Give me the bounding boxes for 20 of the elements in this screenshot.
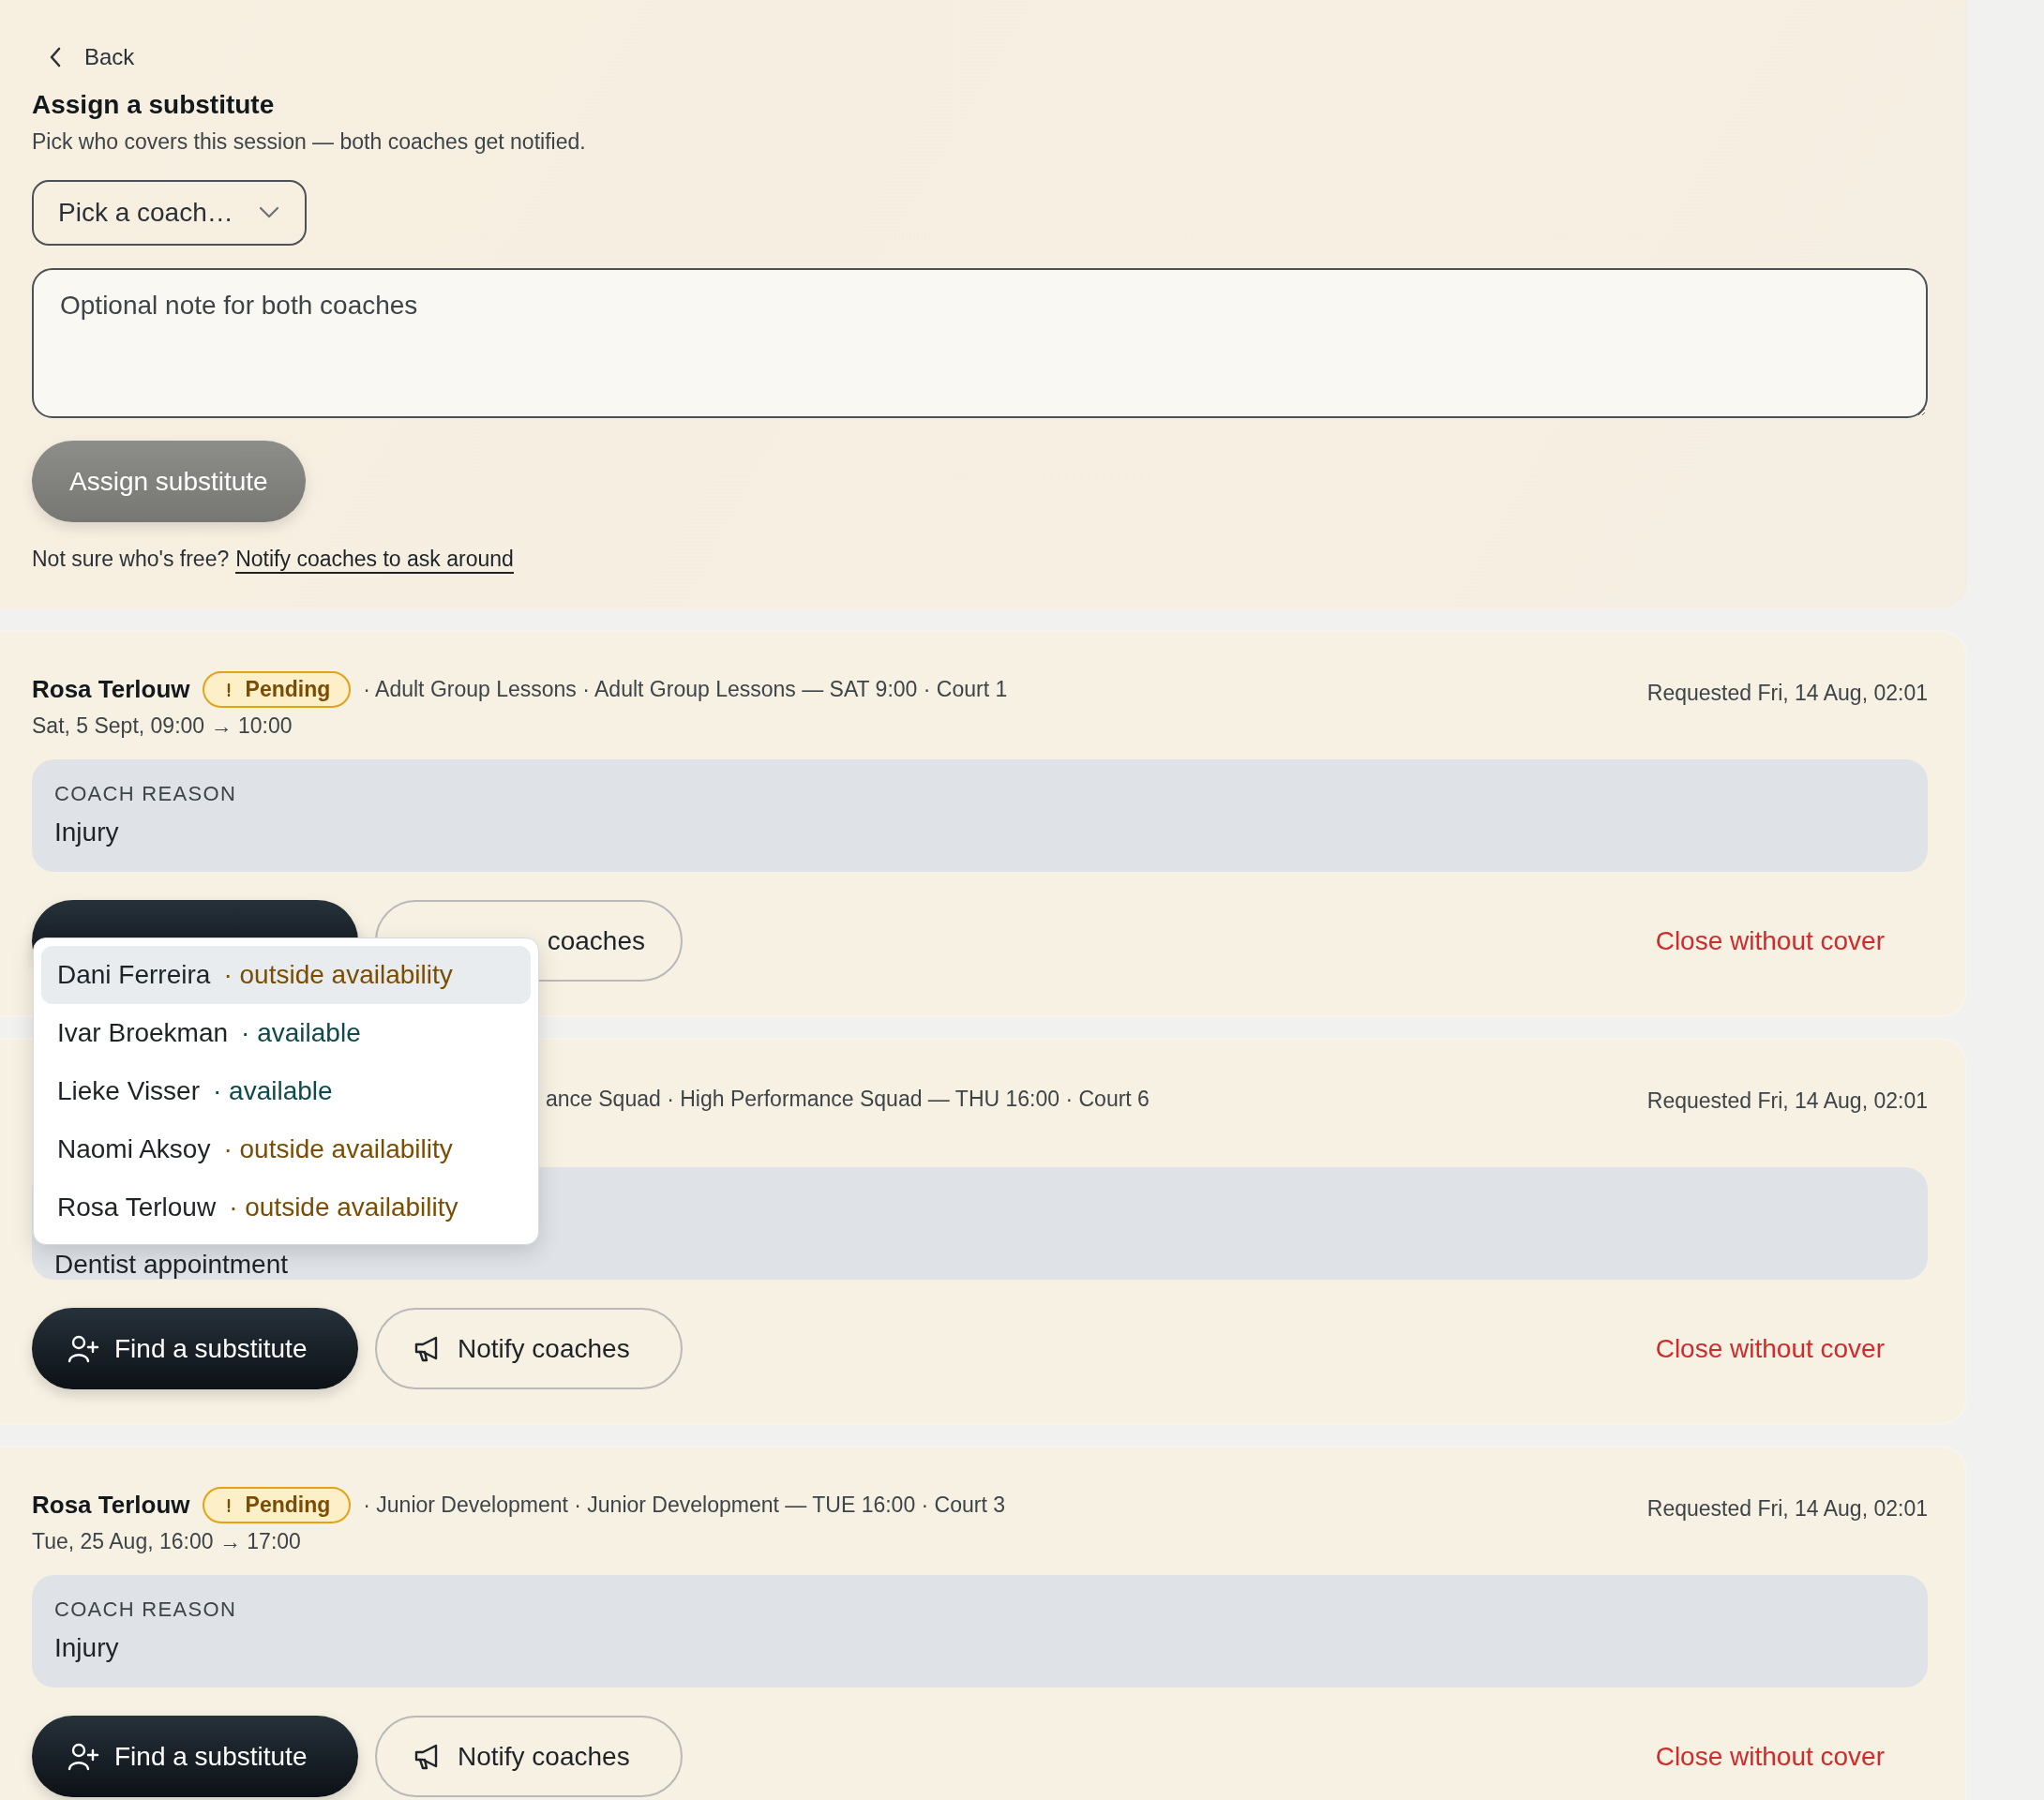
requested-time: Requested Fri, 14 Aug, 02:01 (1646, 681, 1928, 706)
session-details: ance Squad · High Performance Squad — THU 16:00 · Court 6 (546, 1087, 1150, 1112)
requested-time: Requested Fri, 14 Aug, 02:01 (1646, 1496, 1928, 1522)
reason-text: Dentist appointment (54, 1250, 290, 1280)
requested-time: Requested Fri, 14 Aug, 02:01 (1646, 1088, 1928, 1114)
session-details: · Junior Development · Junior Development — TUE 16:00 · Court 3 (363, 1492, 1006, 1518)
coach-name: Rosa Terlouw (32, 675, 190, 704)
reason-label: COACH REASON (54, 1598, 238, 1623)
reason-text: Injury (54, 818, 120, 848)
panel-subtitle: Pick who covers this session — both coaches get notified. (32, 129, 587, 155)
coach-name: Rosa Terlouw (32, 1491, 190, 1520)
session-time: Tue, 25 Aug, 16:00 → 17:00 (32, 1529, 302, 1554)
reason-label: COACH REASON (54, 782, 238, 807)
status-badge: Pending (202, 1487, 352, 1523)
panel-title: Assign a substitute (32, 90, 276, 120)
session-details: · Adult Group Lessons · Adult Group Lessons — SAT 9:00 · Court 1 (363, 677, 1008, 702)
session-time: Sat, 5 Sept, 09:00 → 10:00 (32, 713, 293, 739)
status-badge: Pending (202, 671, 352, 708)
reason-text: Injury (54, 1633, 120, 1663)
help-text: Not sure who's free? (32, 547, 230, 572)
